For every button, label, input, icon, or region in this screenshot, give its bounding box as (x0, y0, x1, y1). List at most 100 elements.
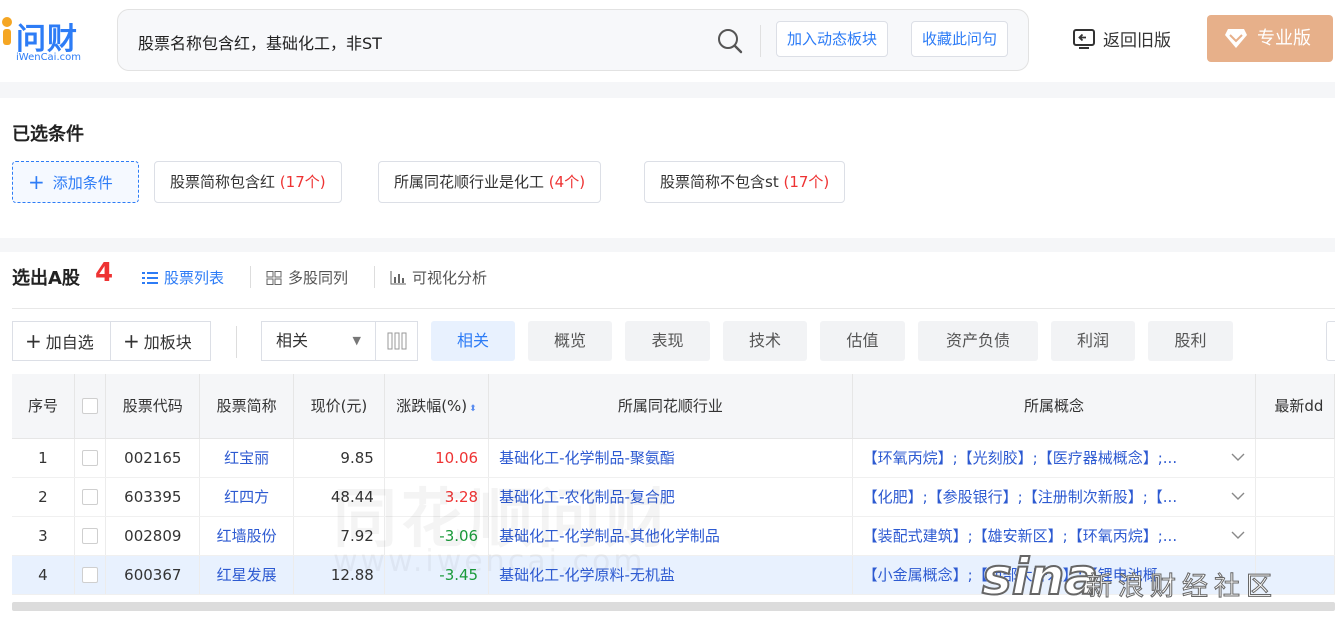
tab-overview[interactable]: 概览 (528, 321, 612, 361)
header-change[interactable]: 涨跌幅(%) ⬍ (384, 374, 490, 439)
column-settings-button[interactable] (375, 321, 418, 361)
condition-text: 股票简称不包含st (660, 173, 779, 191)
sort-select[interactable]: 相关 ▼ (261, 321, 376, 361)
collect-question-button[interactable]: 收藏此问句 (911, 21, 1009, 57)
result-count: 4 (95, 258, 114, 288)
row-index: 2 (12, 477, 75, 517)
industry-link[interactable]: 基础化工-化学制品-聚氨酯 (488, 438, 853, 478)
search-box[interactable]: 股票名称包含红，基础化工，非ST 加入动态板块 收藏此问句 (117, 9, 1029, 71)
row-checkbox[interactable] (82, 489, 99, 505)
header-price[interactable]: 现价(元) (293, 374, 385, 439)
header-industry[interactable]: 所属同花顺行业 (488, 374, 853, 439)
industry-link[interactable]: 基础化工-农化制品-复合肥 (488, 477, 853, 517)
table-row[interactable]: 3 002809 红墙股份 7.92 -3.06 基础化工-化学制品-其他化学制… (12, 516, 1335, 556)
tab-stock-list[interactable]: 股票列表 (142, 267, 224, 288)
plus-icon: + (123, 329, 140, 353)
row-checkbox[interactable] (82, 528, 99, 544)
select-all-checkbox[interactable] (82, 398, 99, 415)
add-condition-button[interactable]: + 添加条件 (12, 161, 139, 203)
add-block-label: 加板块 (143, 333, 192, 352)
stock-name-link[interactable]: 红墙股份 (199, 516, 295, 556)
concept-text[interactable]: 【装配式建筑】;【雄安新区】;【环氧丙烷】;... (863, 527, 1177, 545)
header-name[interactable]: 股票简称 (199, 374, 295, 439)
industry-link[interactable]: 基础化工-化学制品-其他化学制品 (488, 516, 853, 556)
tab-valuation[interactable]: 估值 (820, 321, 905, 361)
sort-select-value: 相关 (276, 331, 309, 350)
result-title: 选出A股 (12, 268, 80, 289)
concept-cell[interactable]: 【环氧丙烷】;【光刻胶】;【医疗器械概念】;... (852, 438, 1257, 478)
stock-name-link[interactable]: 红星发展 (199, 555, 295, 595)
tab-technical[interactable]: 技术 (723, 321, 807, 361)
diamond-icon (1225, 29, 1247, 48)
plus-icon: + (25, 329, 42, 353)
header-code[interactable]: 股票代码 (105, 374, 201, 439)
row-checkbox[interactable] (82, 567, 99, 583)
section-gap (0, 82, 1335, 98)
tab-label: 可视化分析 (412, 269, 488, 287)
concept-cell[interactable]: 【化肥】;【参股银行】;【注册制次新股】;【... (852, 477, 1257, 517)
back-to-old-version-button[interactable]: 返回旧版 (1073, 26, 1171, 51)
concept-text[interactable]: 【环氧丙烷】;【光刻胶】;【医疗器械概念】;... (863, 449, 1177, 467)
tab-dividend[interactable]: 股利 (1148, 321, 1233, 361)
condition-text: 股票简称包含红 (170, 173, 276, 191)
add-watchlist-button[interactable]: + 加自选 (12, 321, 111, 361)
caret-down-icon: ▼ (352, 334, 361, 347)
stock-price: 9.85 (293, 438, 385, 478)
row-select[interactable] (74, 438, 107, 478)
stock-code[interactable]: 002165 (105, 438, 201, 478)
row-select[interactable] (74, 477, 107, 517)
condition-chip[interactable]: 股票简称不包含st (17个) (644, 161, 846, 203)
horizontal-scrollbar[interactable] (12, 602, 1335, 611)
add-block-button[interactable]: + 加板块 (110, 321, 211, 361)
stock-code[interactable]: 603395 (105, 477, 201, 517)
search-icon[interactable] (716, 27, 744, 55)
condition-count: (4个) (548, 173, 586, 191)
chevron-down-icon[interactable] (1231, 528, 1245, 542)
stock-name-link[interactable]: 红宝丽 (199, 438, 295, 478)
latest-dd-cell (1255, 438, 1335, 478)
industry-link[interactable]: 基础化工-化学原料-无机盐 (488, 555, 853, 595)
concept-cell[interactable]: 【小金属概念】;【西部大开发】;【锂电池概... (852, 555, 1257, 595)
tab-balance-sheet[interactable]: 资产负债 (918, 321, 1038, 361)
header-latest-dd[interactable]: 最新dd (1255, 374, 1335, 439)
row-select[interactable] (74, 555, 107, 595)
add-dynamic-block-button[interactable]: 加入动态板块 (776, 21, 889, 57)
tab-multi-stock[interactable]: 多股同列 (266, 267, 348, 288)
table-row[interactable]: 4 600367 红星发展 12.88 -3.45 基础化工-化学原料-无机盐 … (12, 555, 1335, 595)
table-row[interactable]: 2 603395 红四方 48.44 3.28 基础化工-农化制品-复合肥 【化… (12, 477, 1335, 517)
condition-chip[interactable]: 股票简称包含红 (17个) (154, 161, 342, 203)
conditions-title: 已选条件 (12, 124, 84, 145)
row-checkbox[interactable] (82, 450, 99, 466)
table-row[interactable]: 1 002165 红宝丽 9.85 10.06 基础化工-化学制品-聚氨酯 【环… (12, 438, 1335, 478)
tab-performance[interactable]: 表现 (625, 321, 710, 361)
concept-cell[interactable]: 【装配式建筑】;【雄安新区】;【环氧丙烷】;... (852, 516, 1257, 556)
row-index: 4 (12, 555, 75, 595)
back-label: 返回旧版 (1103, 31, 1171, 51)
row-select[interactable] (74, 516, 107, 556)
tab-relevant[interactable]: 相关 (431, 321, 515, 361)
wencai-logo[interactable]: 问财 iWenCai.com (0, 12, 100, 68)
stock-change: -3.06 (384, 516, 490, 556)
pro-label: 专业版 (1257, 28, 1311, 49)
selected-conditions-panel: 已选条件 + 添加条件 股票简称包含红 (17个) 所属同花顺行业是化工 (4个)… (0, 98, 1335, 238)
chevron-down-icon[interactable] (1231, 450, 1245, 464)
stock-name-link[interactable]: 红四方 (199, 477, 295, 517)
pro-version-button[interactable]: 专业版 (1207, 15, 1333, 62)
logo-mark-icon (2, 17, 12, 45)
table-header-row: 序号 股票代码 股票简称 现价(元) 涨跌幅(%) ⬍ 所属同花顺行业 所属概念 … (12, 374, 1335, 439)
stock-code[interactable]: 600367 (105, 555, 201, 595)
condition-count: (17个) (279, 173, 326, 191)
header-select[interactable] (74, 374, 107, 439)
latest-dd-cell (1255, 477, 1335, 517)
search-input[interactable]: 股票名称包含红，基础化工，非ST (138, 30, 382, 54)
concept-text[interactable]: 【化肥】;【参股银行】;【注册制次新股】;【... (863, 488, 1177, 506)
sort-icon[interactable]: ⬍ (469, 404, 477, 414)
tab-visual-analysis[interactable]: 可视化分析 (390, 267, 487, 288)
header-concept[interactable]: 所属概念 (852, 374, 1257, 439)
tab-profit[interactable]: 利润 (1051, 321, 1135, 361)
condition-chip[interactable]: 所属同花顺行业是化工 (4个) (378, 161, 602, 203)
more-tabs-button[interactable] (1326, 321, 1335, 361)
chevron-down-icon[interactable] (1231, 489, 1245, 503)
concept-text[interactable]: 【小金属概念】;【西部大开发】;【锂电池概... (863, 566, 1172, 584)
stock-code[interactable]: 002809 (105, 516, 201, 556)
